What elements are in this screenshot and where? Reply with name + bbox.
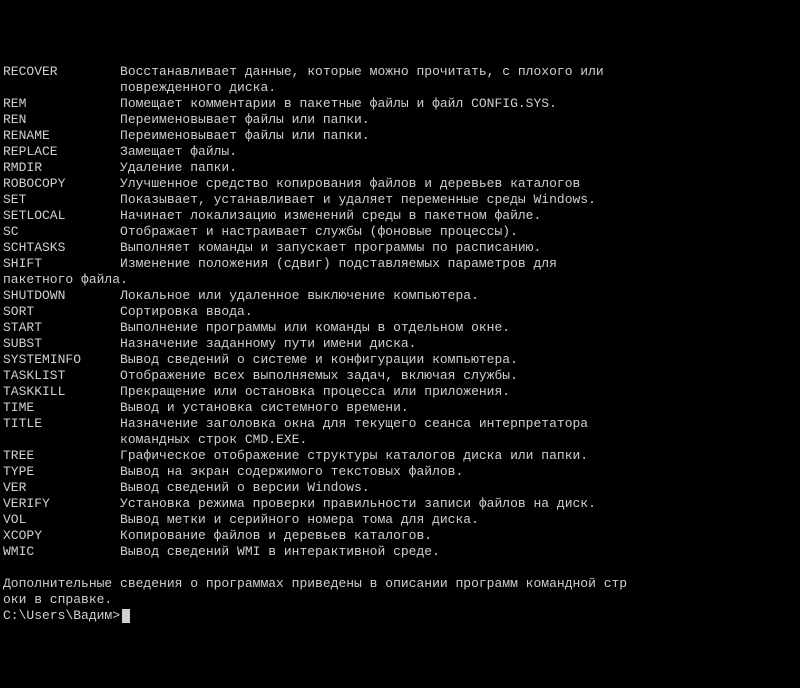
footer-text: Дополнительные сведения о программах при… (3, 560, 797, 608)
help-entry: VER Вывод сведений о версии Windows. (3, 480, 797, 496)
help-entry-cont: командных строк CMD.EXE. (3, 432, 797, 448)
cursor (122, 609, 130, 623)
help-entry: TREE Графическое отображение структуры к… (3, 448, 797, 464)
help-entry: RMDIR Удаление папки. (3, 160, 797, 176)
help-entry: SET Показывает, устанавливает и удаляет … (3, 192, 797, 208)
help-entry: START Выполнение программы или команды в… (3, 320, 797, 336)
help-entry: SETLOCAL Начинает локализацию изменений … (3, 208, 797, 224)
help-entry: XCOPY Копирование файлов и деревьев ката… (3, 528, 797, 544)
help-entry: SHIFT Изменение положения (сдвиг) подста… (3, 256, 797, 272)
help-entry: RECOVER Восстанавливает данные, которые … (3, 64, 797, 80)
help-entry: SHUTDOWN Локальное или удаленное выключе… (3, 288, 797, 304)
help-entry: REM Помещает комментарии в пакетные файл… (3, 96, 797, 112)
help-output: RECOVER Восстанавливает данные, которые … (3, 64, 797, 560)
help-entry: REN Переименовывает файлы или папки. (3, 112, 797, 128)
help-entry-cont: поврежденного диска. (3, 80, 797, 96)
help-entry: WMIC Вывод сведений WMI в интерактивной … (3, 544, 797, 560)
help-entry: TITLE Назначение заголовка окна для теку… (3, 416, 797, 432)
help-entry: VOL Вывод метки и серийного номера тома … (3, 512, 797, 528)
help-entry: TASKLIST Отображение всех выполняемых за… (3, 368, 797, 384)
help-entry: SCHTASKS Выполняет команды и запускает п… (3, 240, 797, 256)
help-entry: TYPE Вывод на экран содержимого текстовы… (3, 464, 797, 480)
help-entry: REPLACE Замещает файлы. (3, 144, 797, 160)
help-entry: ROBOCOPY Улучшенное средство копирования… (3, 176, 797, 192)
help-entry: TASKKILL Прекращение или остановка проце… (3, 384, 797, 400)
help-entry: SC Отображает и настраивает службы (фоно… (3, 224, 797, 240)
help-entry: RENAME Переименовывает файлы или папки. (3, 128, 797, 144)
help-entry: SYSTEMINFO Вывод сведений о системе и ко… (3, 352, 797, 368)
help-entry: VERIFY Установка режима проверки правиль… (3, 496, 797, 512)
command-prompt[interactable]: C:\Users\Вадим> (3, 608, 120, 623)
help-entry-cont: пакетного файла. (3, 272, 797, 288)
help-entry: SUBST Назначение заданному пути имени ди… (3, 336, 797, 352)
help-entry: SORT Сортировка ввода. (3, 304, 797, 320)
help-entry: TIME Вывод и установка системного времен… (3, 400, 797, 416)
